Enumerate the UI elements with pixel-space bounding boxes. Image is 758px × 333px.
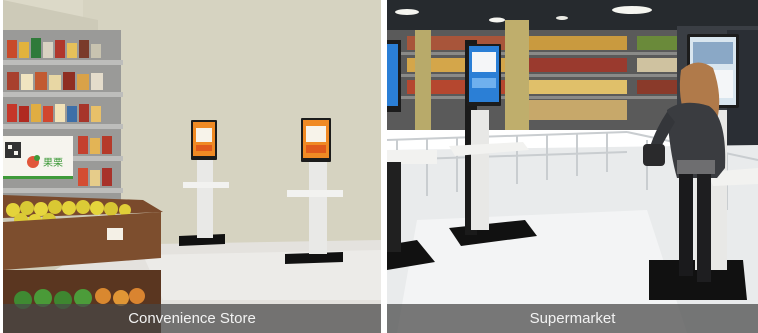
handbag (643, 144, 665, 166)
ceiling-light (395, 9, 419, 15)
supermarket-photo: Supermarket (387, 0, 758, 333)
shopper-leg (679, 174, 693, 278)
supermarket-scene (387, 0, 758, 333)
shelf-post (415, 30, 431, 130)
store-brand-text: 果栗 (43, 157, 63, 169)
qr-code (5, 142, 21, 158)
store-sign: 果栗 (3, 136, 73, 179)
convenience-store-scene: 果栗 (3, 0, 381, 333)
caption-supermarket: Supermarket (387, 304, 758, 333)
floor-reflection (143, 250, 381, 300)
convenience-store-photo: 果栗 Convenience Store (3, 0, 381, 333)
caption-convenience-store: Convenience Store (3, 304, 381, 333)
